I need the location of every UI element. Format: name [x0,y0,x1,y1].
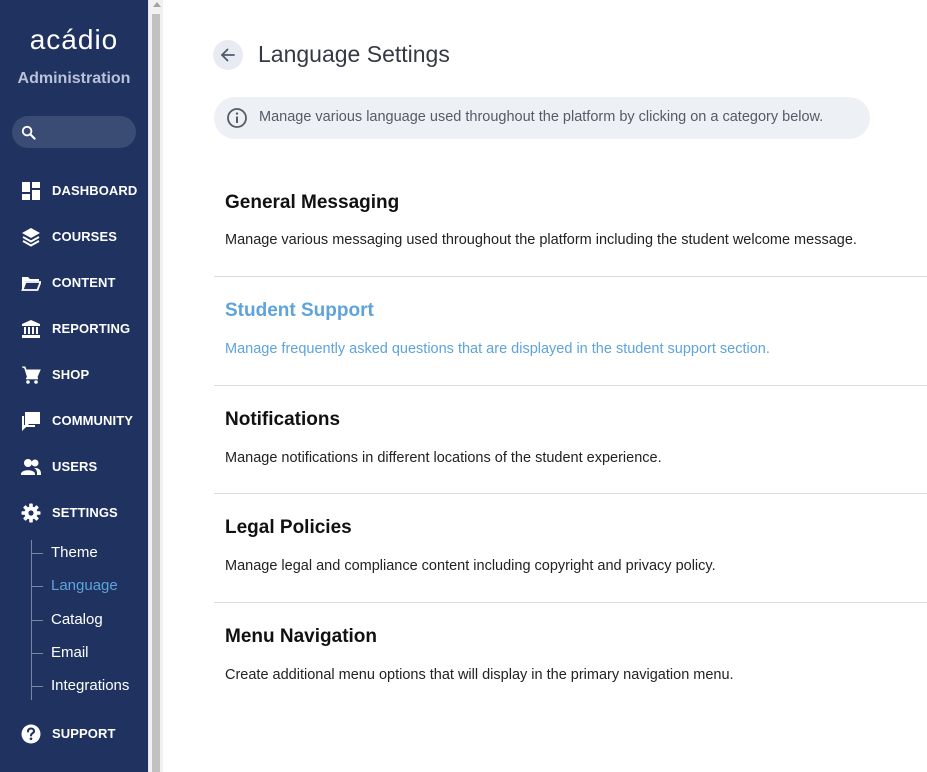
nav-label: DASHBOARD [52,183,138,198]
divider [214,602,927,603]
main-content: Language Settings Manage various languag… [163,0,927,772]
subnav-item-language[interactable]: Language [31,574,148,598]
category-legal-policies[interactable]: Legal Policies Manage legal and complian… [214,515,927,601]
category-title: Notifications [225,409,341,430]
chat-icon [22,412,40,431]
folder-icon [21,277,41,291]
subnav-item-catalog[interactable]: Catalog [31,608,148,632]
info-icon [227,108,247,128]
category-description: Manage frequently asked questions that a… [225,341,770,357]
nav-item-shop[interactable]: SHOP [0,355,148,395]
subnav-tick [31,553,43,554]
subnav-label: Theme [51,544,98,561]
info-banner: Manage various language used throughout … [214,97,870,139]
category-general-messaging[interactable]: General Messaging Manage various messagi… [214,190,927,276]
subnav-tick [31,620,43,621]
category-title: General Messaging [225,192,400,213]
subnav-label: Integrations [51,677,130,694]
layers-icon [22,228,40,247]
help-icon [21,724,41,744]
nav-item-support[interactable]: SUPPORT [0,714,148,754]
nav-item-community[interactable]: COMMUNITY [0,401,148,441]
category-menu-navigation[interactable]: Menu Navigation Create additional menu o… [214,624,927,710]
nav-item-reporting[interactable]: REPORTING [0,309,148,349]
search-icon [21,125,36,140]
subnav-item-integrations[interactable]: Integrations [31,674,148,698]
sidebar-subtitle: Administration [17,70,131,87]
arrow-left-icon [221,48,235,62]
category-title: Student Support [225,300,374,321]
nav-item-content[interactable]: CONTENT [0,263,148,303]
subnav-label: Email [51,644,89,661]
subnav-item-email[interactable]: Email [31,641,148,665]
category-description: Manage legal and compliance content incl… [225,558,716,574]
brand-logo[interactable]: acádio [0,24,148,56]
search-input[interactable] [12,116,136,148]
category-description: Manage notifications in different locati… [225,450,662,466]
category-title: Legal Policies [225,517,352,538]
nav-label: SETTINGS [52,505,118,520]
info-text: Manage various language used throughout … [259,109,824,125]
cart-icon [22,366,41,384]
users-icon [21,459,41,475]
sidebar: acádio Administration DASHBOARD COURSES … [0,0,148,772]
category-student-support[interactable]: Student Support Manage frequently asked … [214,298,927,384]
nav-label: SUPPORT [52,726,116,741]
category-description: Create additional menu options that will… [225,667,734,683]
nav-label: COMMUNITY [52,413,134,428]
nav-label: CONTENT [52,275,116,290]
divider [214,385,927,386]
dashboard-icon [22,182,40,200]
nav-label: REPORTING [52,321,131,336]
nav-item-settings[interactable]: SETTINGS [0,493,148,533]
subnav-tick [31,686,43,687]
nav-item-dashboard[interactable]: DASHBOARD [0,171,148,211]
bank-icon [22,320,40,338]
nav-label: COURSES [52,229,117,244]
subnav-label: Catalog [51,611,103,628]
subnav-tick [31,586,43,587]
nav-item-courses[interactable]: COURSES [0,217,148,257]
category-description: Manage various messaging used throughout… [225,232,857,248]
category-title: Menu Navigation [225,626,378,647]
nav-item-users[interactable]: USERS [0,447,148,487]
page-title: Language Settings [258,41,450,67]
subnav-label: Language [51,577,118,594]
subnav-item-theme[interactable]: Theme [31,541,148,565]
divider [214,276,927,277]
scrollbar-thumb[interactable] [152,14,160,772]
category-notifications[interactable]: Notifications Manage notifications in di… [214,407,927,493]
nav-label: SHOP [52,367,90,382]
scroll-up-arrow-icon[interactable] [153,2,161,7]
subnav-tick [31,653,43,654]
back-button[interactable] [213,40,243,70]
gear-icon [21,503,41,523]
nav-label: USERS [52,459,98,474]
divider [214,493,927,494]
